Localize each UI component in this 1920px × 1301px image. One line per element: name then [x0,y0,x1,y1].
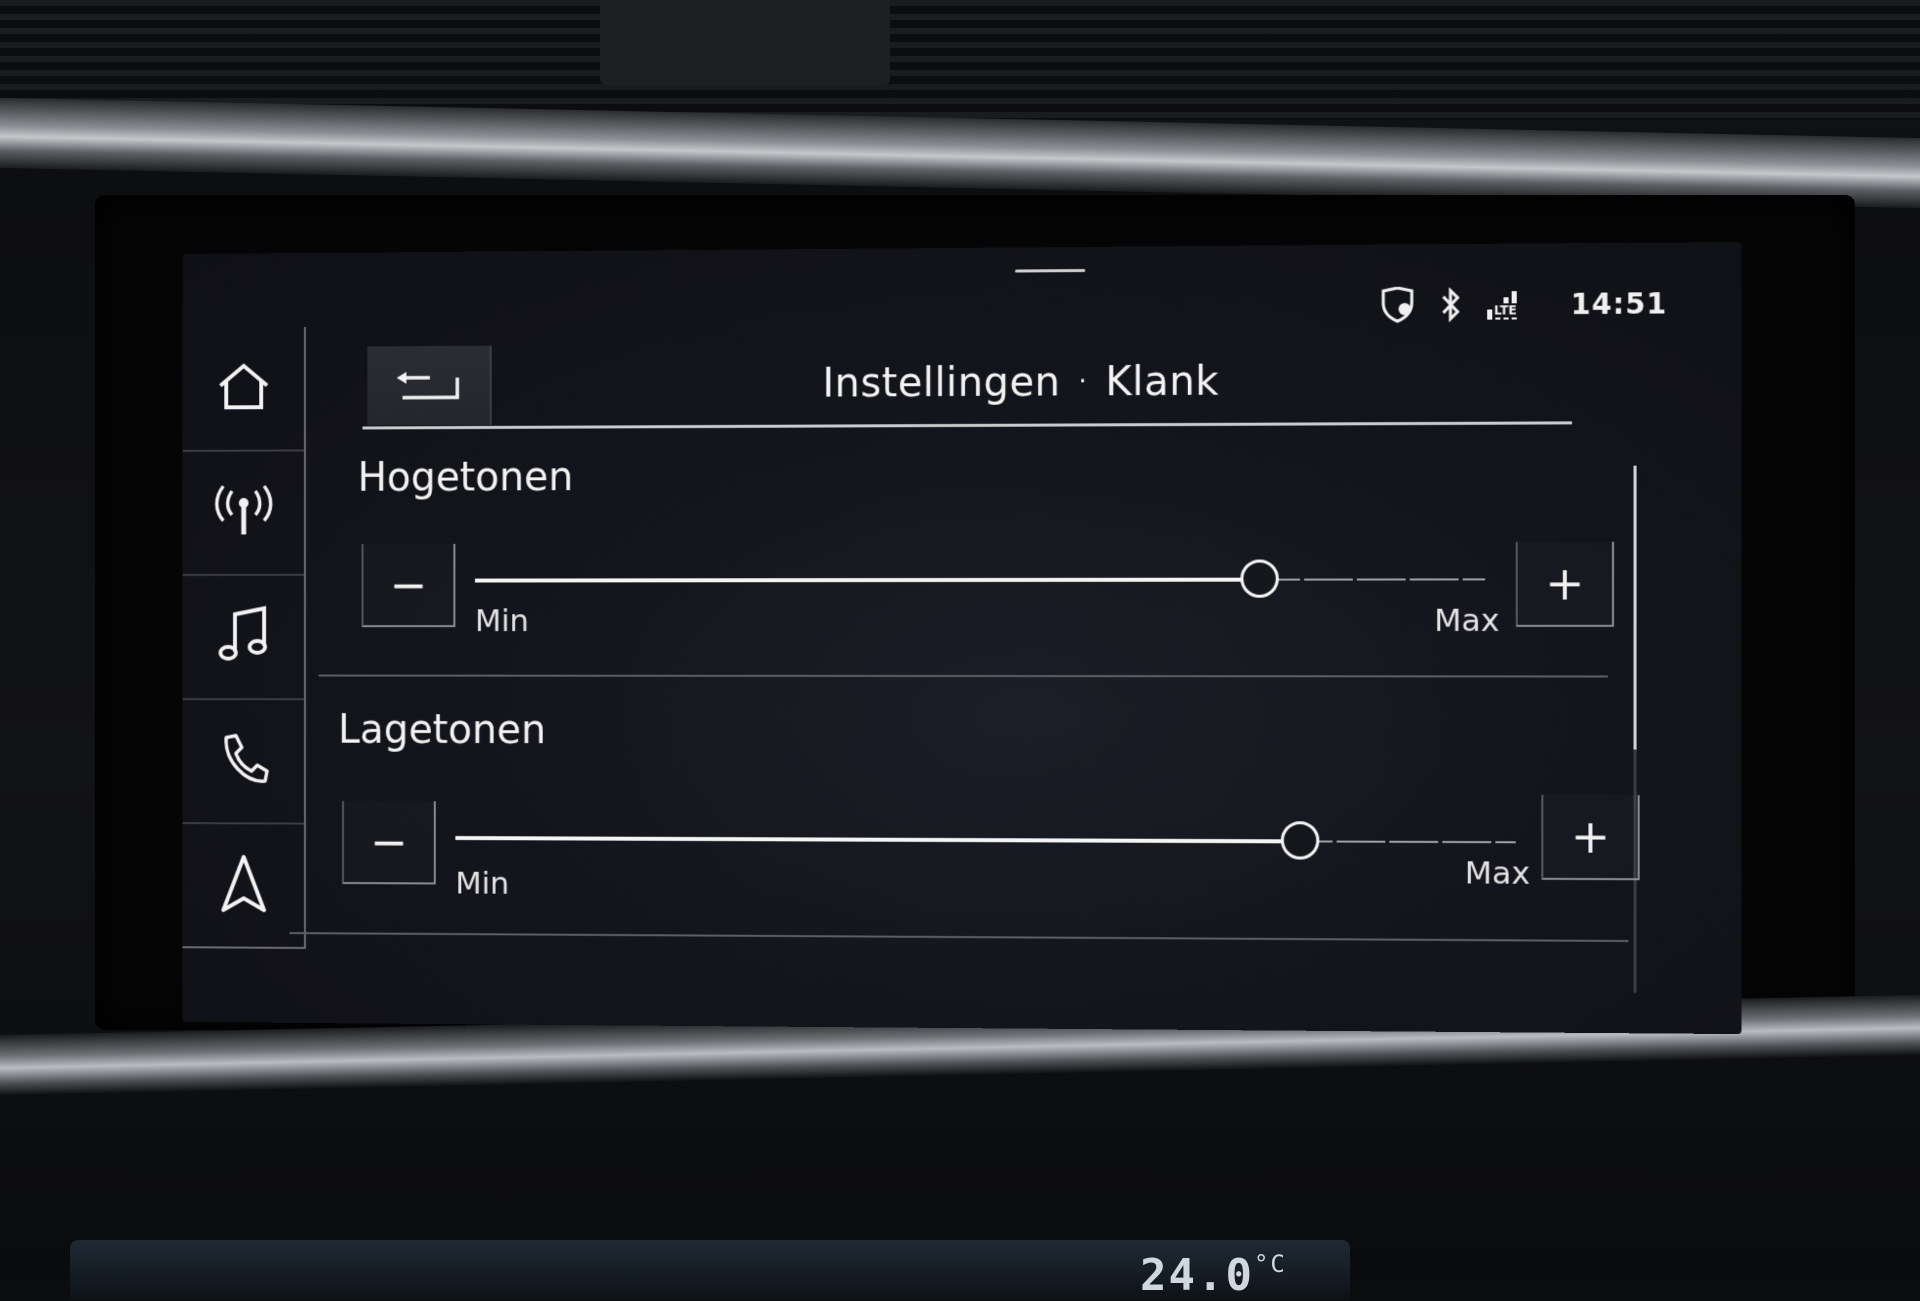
infotainment-screen: LTE 14:51 [183,242,1742,1034]
home-icon [214,362,272,416]
row-divider [289,932,1628,942]
nav-item-phone[interactable] [183,700,304,825]
shield-location-icon [1377,287,1418,324]
clock-time: 14:51 [1571,287,1668,321]
title-separator: · [1079,367,1088,397]
scrollbar-thumb[interactable] [1634,466,1637,750]
title-section: Instellingen [822,359,1060,406]
back-arrow-icon [392,364,464,408]
page-title: Instellingen · Klank [490,339,1562,425]
max-label: Max [1465,855,1530,892]
increase-button[interactable]: + [1516,542,1614,627]
min-label: Min [475,603,529,639]
phone-icon [216,732,270,791]
slider-handle[interactable] [1240,559,1278,597]
slider-handle[interactable] [1281,821,1319,859]
row-divider [319,675,1608,678]
slider-fill [455,836,1300,843]
slider-fill [475,578,1260,583]
lte-signal-icon: LTE [1485,287,1548,322]
nav-item-radio[interactable] [183,451,304,576]
decrease-button[interactable]: − [342,801,436,884]
increase-button[interactable]: + [1541,795,1639,880]
nav-item-navigation[interactable] [183,824,304,949]
navigation-icon [219,853,268,918]
air-vent [0,0,1920,120]
min-label: Min [455,866,509,902]
status-bar: LTE 14:51 [1377,283,1667,325]
vent-control-block [600,0,890,85]
title-subsection: Klank [1105,359,1219,406]
decrease-button[interactable]: − [362,544,456,627]
side-navigation [183,327,306,949]
back-button[interactable] [367,346,491,426]
nav-item-media[interactable] [183,576,304,700]
treble-slider[interactable] [475,559,1485,600]
bass-slider[interactable] [455,818,1515,862]
setting-row-bass: Lagetonen − Min Max + [328,707,1628,947]
setting-row-treble: Hogetonen − Min Max + [328,451,1628,679]
bluetooth-icon [1440,287,1462,321]
pull-down-handle[interactable] [1015,269,1085,273]
radio-icon [212,483,274,542]
nav-item-home[interactable] [183,327,304,452]
setting-label: Hogetonen [358,454,574,500]
setting-label: Lagetonen [338,707,546,753]
climate-temperature: 24.0°C [1140,1250,1287,1301]
lte-label: LTE [1493,303,1518,317]
max-label: Max [1434,603,1499,639]
music-icon [217,604,269,669]
